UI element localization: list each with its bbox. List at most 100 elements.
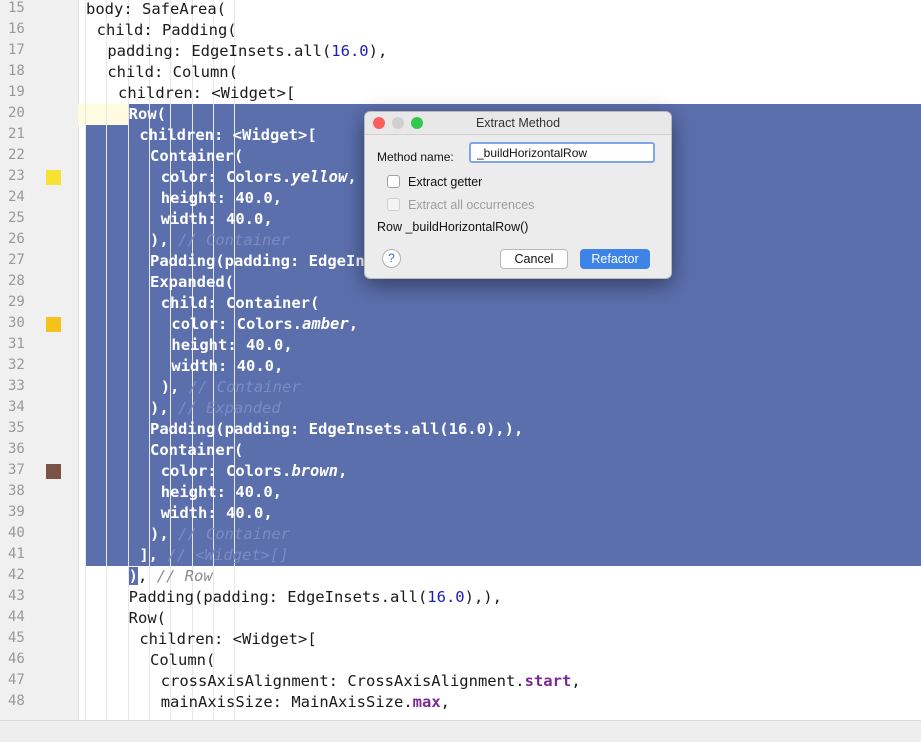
code-text: ], // <Widget>[] bbox=[139, 545, 288, 566]
code-line[interactable]: 39 width: 40.0, bbox=[0, 503, 921, 524]
code-token: 40.0 bbox=[226, 210, 264, 228]
line-number: 17 bbox=[8, 42, 25, 58]
code-line[interactable]: 37 color: Colors.brown, bbox=[0, 461, 921, 482]
cancel-button[interactable]: Cancel bbox=[500, 249, 568, 269]
code-area[interactable]: 15 body: SafeArea(16 child: Padding(17 padd… bbox=[0, 0, 921, 720]
color-swatch-icon[interactable] bbox=[46, 317, 61, 332]
code-line[interactable]: 46 Column( bbox=[0, 650, 921, 671]
code-line[interactable]: 38 height: 40.0, bbox=[0, 482, 921, 503]
code-line[interactable]: 40 ), // Container bbox=[0, 524, 921, 545]
code-line[interactable]: 41 ], // <Widget>[] bbox=[0, 545, 921, 566]
code-text: ), // Container bbox=[150, 524, 290, 545]
code-token: ), bbox=[368, 42, 388, 60]
line-number: 19 bbox=[8, 84, 25, 100]
code-text: color: Colors.yellow, bbox=[161, 167, 357, 188]
code-line[interactable]: 29 child: Container( bbox=[0, 293, 921, 314]
line-number: 24 bbox=[8, 189, 25, 205]
code-line[interactable]: 35 Padding(padding: EdgeInsets.all(16.0),… bbox=[0, 419, 921, 440]
code-token: , bbox=[263, 210, 273, 228]
line-number: 33 bbox=[8, 378, 25, 394]
code-text: width: 40.0, bbox=[171, 356, 283, 377]
code-line[interactable]: 45 children: <Widget>[ bbox=[0, 629, 921, 650]
line-number: 26 bbox=[8, 231, 25, 247]
code-token: , bbox=[274, 357, 284, 375]
code-text: mainAxisSize: MainAxisSize.max, bbox=[161, 692, 450, 713]
code-text: ), // Container bbox=[150, 230, 290, 251]
code-token: child: Column( bbox=[107, 63, 238, 81]
code-token: child: Container( bbox=[160, 294, 320, 312]
code-line[interactable]: 15 body: SafeArea( bbox=[0, 0, 921, 20]
code-line[interactable]: 43 Padding(padding: EdgeInsets.all(16.0),… bbox=[0, 587, 921, 608]
code-line[interactable]: 47 crossAxisAlignment: CrossAxisAlignment… bbox=[0, 671, 921, 692]
code-line[interactable]: 32 width: 40.0, bbox=[0, 356, 921, 377]
method-signature-preview: Row _buildHorizontalRow() bbox=[377, 220, 529, 234]
extract-getter-checkbox[interactable] bbox=[387, 175, 400, 188]
code-text: width: 40.0, bbox=[161, 503, 273, 524]
code-token: , bbox=[348, 315, 359, 333]
code-token: 16.0 bbox=[427, 588, 465, 606]
code-token: height: bbox=[160, 189, 236, 207]
extract-method-dialog: Extract Method Method name: Extract gett… bbox=[364, 111, 672, 279]
code-token: // Expanded bbox=[178, 399, 281, 417]
code-token: Container( bbox=[150, 441, 244, 459]
code-token: 40.0 bbox=[236, 357, 275, 375]
extract-all-occurrences-checkbox[interactable] bbox=[387, 198, 400, 211]
code-token: ),), bbox=[485, 420, 524, 438]
line-number: 27 bbox=[8, 252, 25, 268]
code-token: ), bbox=[150, 525, 179, 543]
code-text: width: 40.0, bbox=[161, 209, 273, 230]
code-text: ), // Container bbox=[161, 377, 301, 398]
code-line[interactable]: 36 Container( bbox=[0, 440, 921, 461]
code-text: height: 40.0, bbox=[161, 188, 282, 209]
code-token: width: bbox=[160, 210, 227, 228]
code-token: padding: EdgeInsets.all( bbox=[107, 42, 332, 60]
code-token: // Row bbox=[156, 567, 213, 585]
color-swatch-icon[interactable] bbox=[46, 170, 61, 185]
line-number: 44 bbox=[8, 609, 25, 625]
code-token: , bbox=[263, 504, 273, 522]
method-name-input[interactable] bbox=[469, 142, 655, 163]
code-line[interactable]: 16 child: Padding( bbox=[0, 20, 921, 41]
code-line[interactable]: 18 child: Column( bbox=[0, 62, 921, 83]
refactor-button[interactable]: Refactor bbox=[580, 249, 650, 269]
code-token: children: <Widget>[ bbox=[139, 630, 317, 648]
line-number: 39 bbox=[8, 504, 25, 520]
help-icon[interactable]: ? bbox=[382, 249, 401, 268]
code-token: , bbox=[272, 189, 283, 207]
code-token: children: <Widget>[ bbox=[118, 84, 296, 102]
code-token: height: bbox=[160, 483, 236, 501]
code-line[interactable]: 19 children: <Widget>[ bbox=[0, 83, 921, 104]
line-number: 28 bbox=[8, 273, 25, 289]
method-name-label: Method name: bbox=[377, 150, 454, 164]
code-line[interactable]: 44 Row( bbox=[0, 608, 921, 629]
code-token: 16.0 bbox=[331, 42, 369, 60]
code-token: Padding(padding: EdgeInsets.all( bbox=[128, 588, 428, 606]
color-swatch-icon[interactable] bbox=[46, 464, 61, 479]
line-number: 36 bbox=[8, 441, 25, 457]
code-line[interactable]: 42), // Row bbox=[0, 566, 921, 587]
code-token: width: bbox=[171, 357, 237, 375]
line-number: 41 bbox=[8, 546, 25, 562]
code-text: padding: EdgeInsets.all(16.0), bbox=[107, 41, 387, 62]
code-token: child: Padding( bbox=[96, 21, 237, 39]
line-number: 48 bbox=[8, 693, 25, 709]
line-number: 37 bbox=[8, 462, 25, 478]
code-line[interactable]: 30 color: Colors.amber, bbox=[0, 314, 921, 335]
extract-getter-label: Extract getter bbox=[408, 175, 483, 189]
code-token: Container( bbox=[150, 147, 244, 165]
code-line[interactable]: 34), // Expanded bbox=[0, 398, 921, 419]
line-number: 29 bbox=[8, 294, 25, 310]
code-token: color: Colors. bbox=[171, 315, 303, 333]
line-number: 40 bbox=[8, 525, 25, 541]
code-text: Padding(padding: EdgeInsets.all(16.0),), bbox=[129, 587, 502, 608]
code-line[interactable]: 31 height: 40.0, bbox=[0, 335, 921, 356]
code-line[interactable]: 33 ), // Container bbox=[0, 377, 921, 398]
code-line[interactable]: 48 mainAxisSize: MainAxisSize.max, bbox=[0, 692, 921, 713]
code-token: ], bbox=[139, 546, 168, 564]
code-text: Row( bbox=[129, 608, 166, 629]
line-number: 45 bbox=[8, 630, 25, 646]
code-text: color: Colors.amber, bbox=[171, 314, 358, 335]
code-text: children: <Widget>[ bbox=[118, 83, 295, 104]
code-token: Row( bbox=[128, 105, 166, 123]
code-line[interactable]: 17 padding: EdgeInsets.all(16.0), bbox=[0, 41, 921, 62]
